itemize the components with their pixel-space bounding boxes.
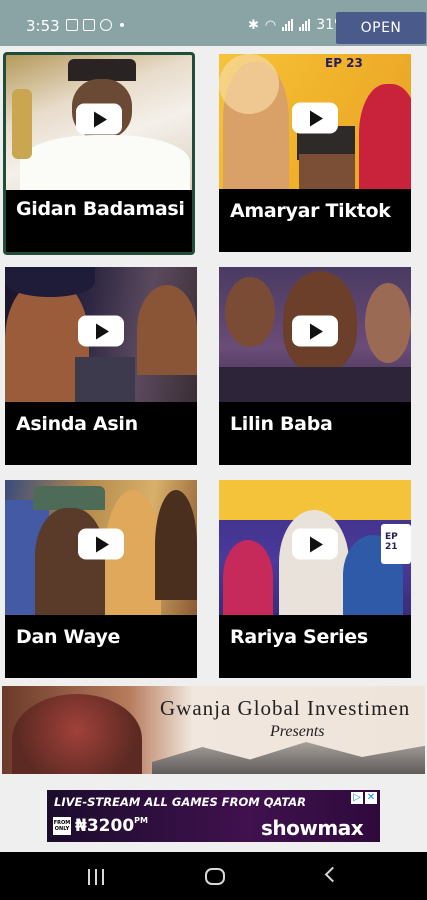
play-icon[interactable]: [78, 528, 124, 560]
status-bar: 3:53 ✱ ◠ 31% OPEN: [0, 0, 427, 46]
banner-subtitle: Presents: [270, 723, 325, 740]
episode-badge: EP 21: [385, 532, 398, 552]
video-card-gidan-badamasi[interactable]: Gidan Badamasi: [3, 52, 195, 255]
video-card-rariya-series[interactable]: EP 21 Rariya Series: [219, 480, 411, 678]
bluetooth-icon: ✱: [248, 17, 259, 32]
status-time: 3:53: [26, 17, 60, 35]
ad-brand-logo: showmax: [261, 816, 364, 840]
ad-price-prefix: FROM ONLY: [53, 817, 71, 835]
play-icon[interactable]: [76, 103, 122, 135]
gallery-icon: [66, 19, 78, 31]
signal-icon: [282, 19, 294, 31]
wifi-icon: ◠: [264, 17, 277, 32]
notification-icons: [66, 19, 124, 31]
video-card-lilin-baba[interactable]: Lilin Baba: [219, 267, 411, 465]
navigation-bar: [0, 852, 427, 900]
ad-choices[interactable]: ▷ ✕: [351, 792, 377, 804]
recents-icon[interactable]: [88, 869, 104, 885]
video-title: Dan Waye: [16, 626, 121, 648]
ad-headline: LIVE-STREAM ALL GAMES FROM QATAR: [54, 795, 307, 809]
banner-title: Gwanja Global Investimen: [160, 696, 411, 720]
play-icon[interactable]: [292, 528, 338, 560]
close-icon[interactable]: ✕: [365, 792, 377, 804]
partial-video-card-banner[interactable]: Gwanja Global Investimen Presents: [2, 686, 425, 774]
video-title: Asinda Asin: [16, 413, 138, 435]
app-n-icon: [83, 19, 95, 31]
video-card-amaryar-tiktok[interactable]: EP 23 Amaryar Tiktok: [219, 54, 411, 252]
episode-badge: EP 23: [325, 56, 363, 70]
banner-portrait: [12, 694, 142, 774]
signal-2-icon: [299, 19, 311, 31]
ad-banner[interactable]: LIVE-STREAM ALL GAMES FROM QATAR FROM ON…: [47, 790, 380, 842]
video-title: Gidan Badamasi: [16, 198, 185, 220]
open-button[interactable]: OPEN: [336, 12, 426, 44]
play-icon[interactable]: [78, 315, 124, 347]
video-title: Amaryar Tiktok: [230, 200, 391, 222]
ad-price: ₦3200PM: [75, 816, 148, 836]
video-card-asinda-asin[interactable]: Asinda Asin: [5, 267, 197, 465]
circle-app-icon: [100, 19, 112, 31]
system-icons: ✱ ◠ 31%: [248, 17, 347, 33]
play-icon[interactable]: [292, 315, 338, 347]
back-icon[interactable]: [324, 866, 341, 883]
home-icon[interactable]: [205, 868, 225, 885]
adchoices-icon[interactable]: ▷: [351, 792, 363, 804]
video-title: Lilin Baba: [230, 413, 333, 435]
video-card-dan-waye[interactable]: Dan Waye: [5, 480, 197, 678]
video-title: Rariya Series: [230, 626, 368, 648]
play-icon[interactable]: [292, 102, 338, 134]
more-notifications-icon: [120, 23, 124, 27]
